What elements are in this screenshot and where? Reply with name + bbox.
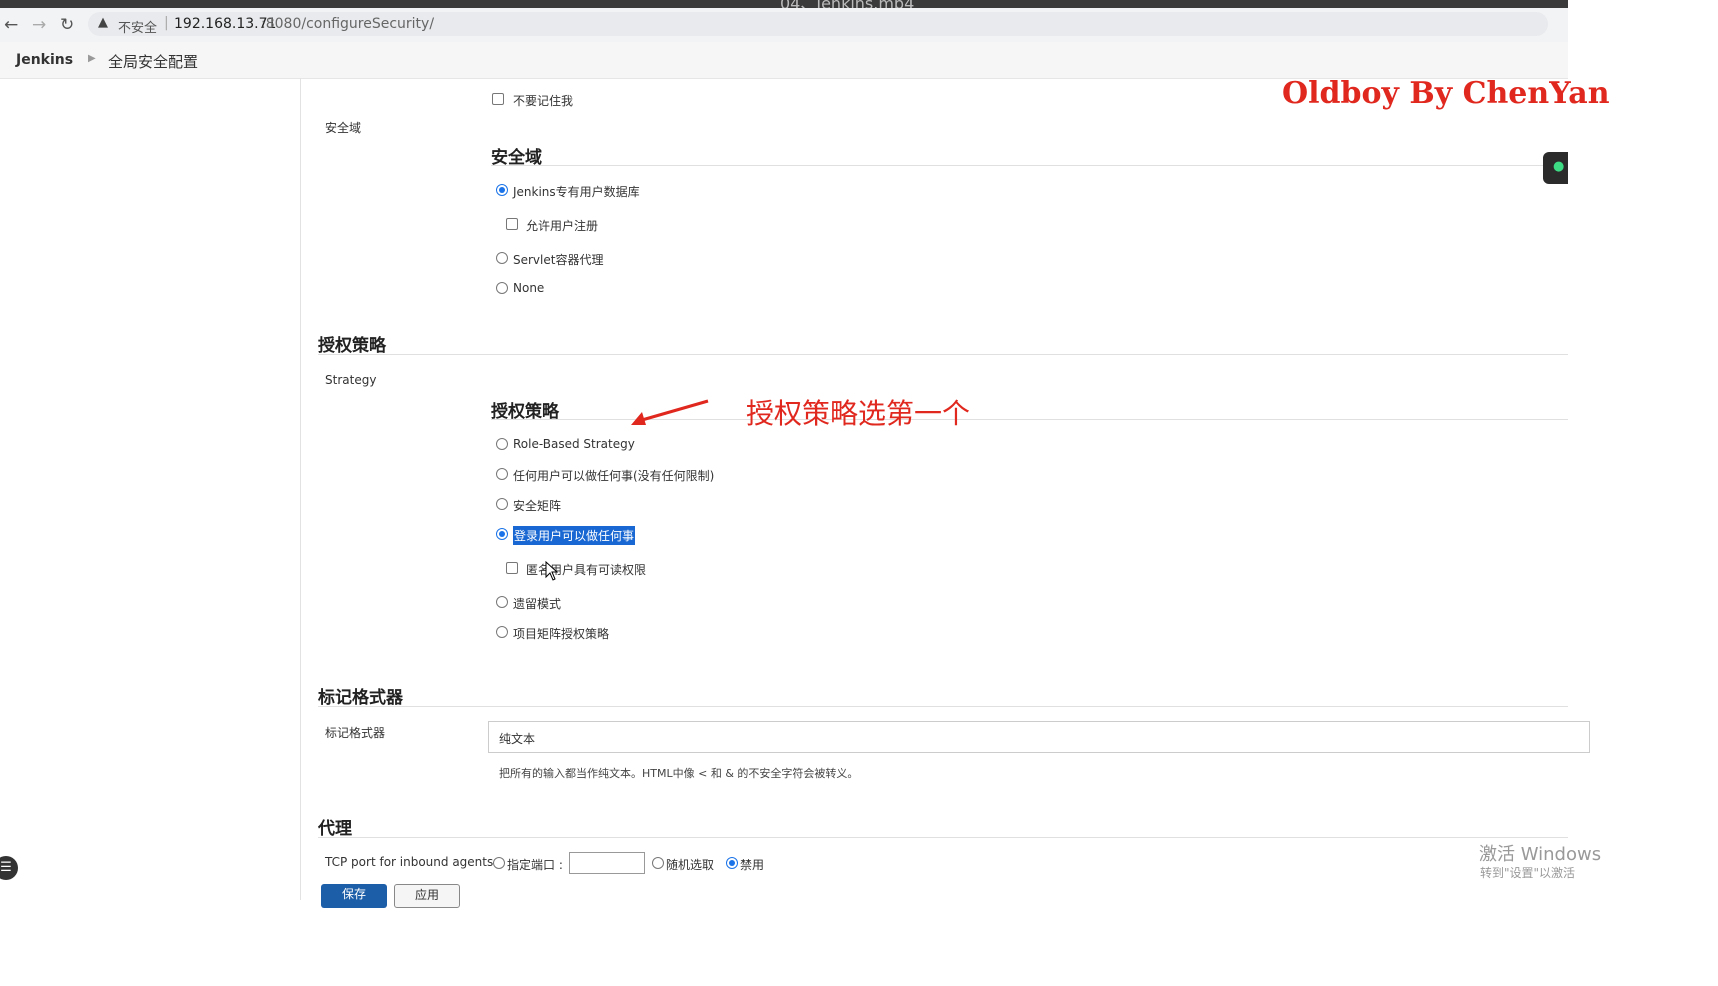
save-button[interactable]: 保存 <box>321 884 387 908</box>
remember-me-label: 不要记住我 <box>513 94 574 108</box>
menu-icon[interactable]: ☰ <box>0 856 18 880</box>
option-label: 项目矩阵授权策略 <box>513 627 610 641</box>
proxy-section-title: 代理 <box>318 819 352 839</box>
option-label: None <box>513 281 545 295</box>
radio-jenkins-user-db[interactable] <box>496 184 508 196</box>
option-label: Servlet容器代理 <box>513 253 604 267</box>
allow-signup-label: 允许用户注册 <box>526 219 599 233</box>
strategy-side-label: Strategy <box>325 373 377 387</box>
tutorial-annotation: 授权策略选第一个 <box>746 397 971 430</box>
security-status[interactable]: 不安全 <box>118 17 157 36</box>
radio-project-matrix[interactable] <box>496 626 508 638</box>
apply-button[interactable]: 应用 <box>394 884 460 908</box>
mouse-cursor-icon <box>545 561 559 581</box>
forward-icon[interactable]: → <box>32 15 46 35</box>
divider <box>491 165 1568 166</box>
radio-random-port[interactable] <box>652 857 664 869</box>
radio-matrix-security[interactable] <box>496 498 508 510</box>
tcp-port-label: TCP port for inbound agents <box>325 855 494 869</box>
security-realm-side-label: 安全域 <box>325 121 362 135</box>
anonymous-read-label: 匿名用户具有可读权限 <box>526 563 647 577</box>
markup-formatter-select[interactable]: 纯文本 <box>488 721 1590 753</box>
markup-help-text: 把所有的输入都当作纯文本。HTML中像 < 和 & 的不安全字符会被转义。 <box>499 767 859 780</box>
allow-signup-checkbox[interactable] <box>506 218 518 230</box>
divider <box>318 706 1568 707</box>
breadcrumb-jenkins[interactable]: Jenkins <box>16 52 73 68</box>
breadcrumb-separator-icon: ▶ <box>88 53 96 64</box>
windows-activate-subtext: 转到"设置"以激活 <box>1480 866 1576 880</box>
divider <box>318 837 1568 838</box>
radio-servlet-container[interactable] <box>496 252 508 264</box>
warning-icon[interactable]: ▲ <box>98 15 108 30</box>
disable-port-label: 禁用 <box>740 858 765 872</box>
markup-section-title: 标记格式器 <box>318 688 403 708</box>
breadcrumb: Jenkins ▶ 全局安全配置 <box>0 42 1568 79</box>
remember-me-checkbox[interactable] <box>492 93 504 105</box>
option-label: 遗留模式 <box>513 597 562 611</box>
breadcrumb-current-page[interactable]: 全局安全配置 <box>108 51 198 72</box>
url-path: :8080/configureSecurity/ <box>261 16 435 32</box>
option-label: 安全矩阵 <box>513 499 562 513</box>
markup-side-label: 标记格式器 <box>325 726 386 740</box>
radio-anyone-anything[interactable] <box>496 468 508 480</box>
windows-activate-text: 激活 Windows <box>1479 844 1602 865</box>
url-separator: | <box>164 15 169 31</box>
port-input[interactable] <box>569 852 645 874</box>
radio-fixed-port[interactable] <box>493 857 505 869</box>
radio-none[interactable] <box>496 282 508 294</box>
option-label-selected: 登录用户可以做任何事 <box>513 526 636 545</box>
markup-formatter-value: 纯文本 <box>499 732 536 746</box>
option-label: Jenkins专有用户数据库 <box>513 185 640 199</box>
fixed-port-label: 指定端口 : <box>507 858 563 872</box>
radio-logged-in-anything[interactable] <box>496 528 508 540</box>
divider <box>318 354 1568 355</box>
radio-legacy-mode[interactable] <box>496 596 508 608</box>
red-arrow-icon <box>631 399 709 425</box>
radio-role-based-strategy[interactable] <box>496 438 508 450</box>
reload-icon[interactable]: ↻ <box>60 15 74 35</box>
radio-disable-port[interactable] <box>726 857 738 869</box>
option-label: Role-Based Strategy <box>513 437 635 451</box>
back-icon[interactable]: ← <box>4 15 18 35</box>
microphone-button[interactable]: ● <box>1543 152 1568 184</box>
anonymous-read-checkbox[interactable] <box>506 562 518 574</box>
random-port-label: 随机选取 <box>666 858 715 872</box>
option-label: 任何用户可以做任何事(没有任何限制) <box>513 469 715 483</box>
authorization-section-title: 授权策略 <box>318 336 386 356</box>
microphone-icon: ● <box>1553 159 1565 174</box>
url-bar[interactable]: ▲ 不安全 | 192.168.13.71 :8080/configureSec… <box>88 12 1548 36</box>
browser-toolbar: ← → ↻ ▲ 不安全 | 192.168.13.71 :8080/config… <box>0 8 1568 43</box>
window-title-bar: 04、Jenkins.mp4 <box>0 0 1568 13</box>
video-watermark: Oldboy By ChenYan <box>1282 76 1610 111</box>
sidebar-divider <box>300 78 301 900</box>
